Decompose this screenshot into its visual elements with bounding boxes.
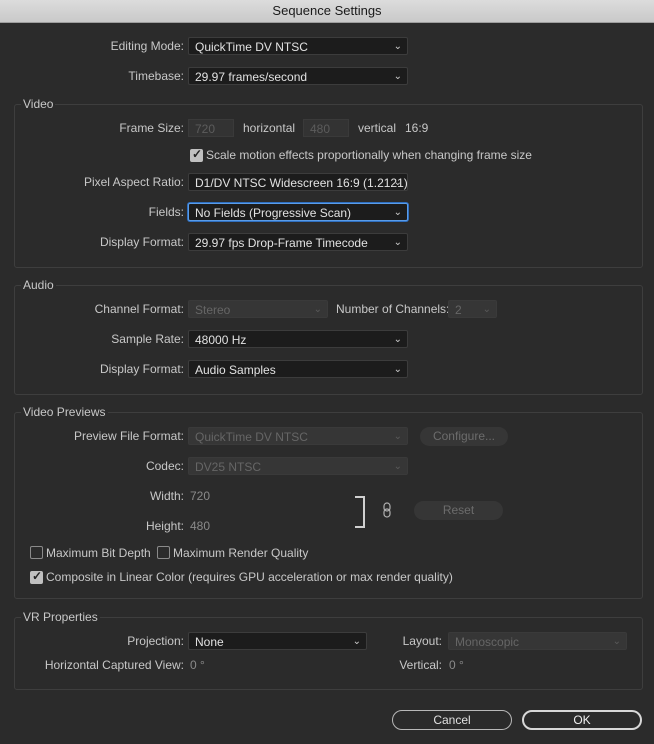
frame-width-field[interactable]: 720 <box>188 119 234 137</box>
sample-rate-value: 48000 Hz <box>195 333 247 347</box>
sample-rate-label: Sample Rate: <box>111 332 184 346</box>
video-previews-group-title: Video Previews <box>21 404 108 420</box>
preview-height-value[interactable]: 480 <box>190 516 210 536</box>
layout-value: Monoscopic <box>455 635 520 649</box>
num-channels-label: Number of Channels: <box>336 302 450 316</box>
editing-mode-label: Editing Mode: <box>110 39 184 53</box>
audio-group-title: Audio <box>21 277 56 293</box>
frame-size-label: Frame Size: <box>119 121 184 135</box>
chevron-down-icon: ⌄ <box>393 461 402 472</box>
layout-label: Layout: <box>402 634 442 648</box>
window-title: Sequence Settings <box>0 0 654 23</box>
chevron-down-icon: ⌄ <box>313 304 322 315</box>
audio-display-format-label: Display Format: <box>99 362 184 376</box>
codec-dropdown[interactable]: DV25 NTSC ⌄ <box>188 457 408 475</box>
timebase-value: 29.97 frames/second <box>195 70 308 84</box>
codec-label: Codec: <box>145 459 184 473</box>
max-render-quality-label: Maximum Render Quality <box>173 546 309 560</box>
vr-vertical-value[interactable]: 0 ° <box>449 655 464 675</box>
sample-rate-dropdown[interactable]: 48000 Hz ⌄ <box>188 330 408 348</box>
chevron-down-icon: ⌄ <box>393 237 402 248</box>
chevron-down-icon: ⌄ <box>393 364 402 375</box>
video-display-format-dropdown[interactable]: 29.97 fps Drop-Frame Timecode ⌄ <box>188 233 408 251</box>
horizontal-label: horizontal <box>243 121 296 135</box>
preview-file-format-value: QuickTime DV NTSC <box>195 430 308 444</box>
video-display-format-value: 29.97 fps Drop-Frame Timecode <box>195 236 368 250</box>
audio-display-format-value: Audio Samples <box>195 363 276 377</box>
preview-width-value[interactable]: 720 <box>190 486 210 506</box>
max-bit-depth-checkbox[interactable] <box>30 546 43 559</box>
chevron-down-icon: ⌄ <box>393 41 402 52</box>
frame-height-field[interactable]: 480 <box>303 119 349 137</box>
channel-format-label: Channel Format: <box>94 302 184 316</box>
linear-color-label: Composite in Linear Color (requires GPU … <box>46 570 453 584</box>
reset-button[interactable]: Reset <box>414 501 503 520</box>
horizontal-captured-view-label: Horizontal Captured View: <box>44 658 184 672</box>
video-display-format-label: Display Format: <box>99 235 184 249</box>
chevron-down-icon: ⌄ <box>612 636 621 647</box>
horizontal-captured-view-value[interactable]: 0 ° <box>190 655 205 675</box>
cancel-button[interactable]: Cancel <box>392 710 512 730</box>
fields-value: No Fields (Progressive Scan) <box>195 206 352 220</box>
chevron-down-icon: ⌄ <box>393 431 402 442</box>
timebase-label: Timebase: <box>128 69 184 83</box>
aspect-ratio-text: 16:9 <box>405 121 429 135</box>
chevron-down-icon: ⌄ <box>352 636 361 647</box>
pixel-aspect-dropdown[interactable]: D1/DV NTSC Widescreen 16:9 (1.2121) ⌄ <box>188 173 408 191</box>
projection-dropdown[interactable]: None ⌄ <box>188 632 367 650</box>
pixel-aspect-value: D1/DV NTSC Widescreen 16:9 (1.2121) <box>195 176 408 190</box>
link-icon[interactable] <box>382 502 392 518</box>
audio-display-format-dropdown[interactable]: Audio Samples ⌄ <box>188 360 408 378</box>
preview-height-label: Height: <box>145 519 184 533</box>
chevron-down-icon: ⌄ <box>393 71 402 82</box>
timebase-dropdown[interactable]: 29.97 frames/second ⌄ <box>188 67 408 85</box>
vr-properties-group <box>14 617 643 690</box>
fields-dropdown[interactable]: No Fields (Progressive Scan) ⌄ <box>188 203 408 221</box>
chevron-down-icon: ⌄ <box>482 304 491 315</box>
preview-file-format-label: Preview File Format: <box>73 429 184 443</box>
preview-width-label: Width: <box>149 489 184 503</box>
vr-vertical-label: Vertical: <box>399 658 442 672</box>
layout-dropdown[interactable]: Monoscopic ⌄ <box>448 632 627 650</box>
fields-label: Fields: <box>148 205 184 219</box>
max-render-quality-checkbox[interactable] <box>157 546 170 559</box>
chevron-down-icon: ⌄ <box>393 177 402 188</box>
video-group-title: Video <box>21 96 56 112</box>
num-channels-dropdown[interactable]: 2 ⌄ <box>448 300 497 318</box>
scale-motion-checkbox[interactable] <box>190 147 203 162</box>
pixel-aspect-label: Pixel Aspect Ratio: <box>83 175 184 189</box>
vertical-label: vertical <box>358 121 397 135</box>
max-bit-depth-label: Maximum Bit Depth <box>46 546 151 560</box>
preview-file-format-dropdown[interactable]: QuickTime DV NTSC ⌄ <box>188 427 408 445</box>
chevron-down-icon: ⌄ <box>393 207 402 218</box>
ok-button[interactable]: OK <box>522 710 642 730</box>
channel-format-value: Stereo <box>195 303 231 317</box>
dimension-bracket <box>355 496 365 528</box>
scale-motion-label: Scale motion effects proportionally when… <box>206 148 532 162</box>
codec-value: DV25 NTSC <box>195 460 262 474</box>
projection-value: None <box>195 635 224 649</box>
channel-format-dropdown[interactable]: Stereo ⌄ <box>188 300 328 318</box>
projection-label: Projection: <box>127 634 184 648</box>
editing-mode-dropdown[interactable]: QuickTime DV NTSC ⌄ <box>188 37 408 55</box>
num-channels-value: 2 <box>455 303 462 317</box>
vr-properties-group-title: VR Properties <box>21 609 100 625</box>
configure-button[interactable]: Configure... <box>420 427 508 446</box>
linear-color-checkbox[interactable] <box>30 569 43 584</box>
editing-mode-value: QuickTime DV NTSC <box>195 40 308 54</box>
chevron-down-icon: ⌄ <box>393 334 402 345</box>
